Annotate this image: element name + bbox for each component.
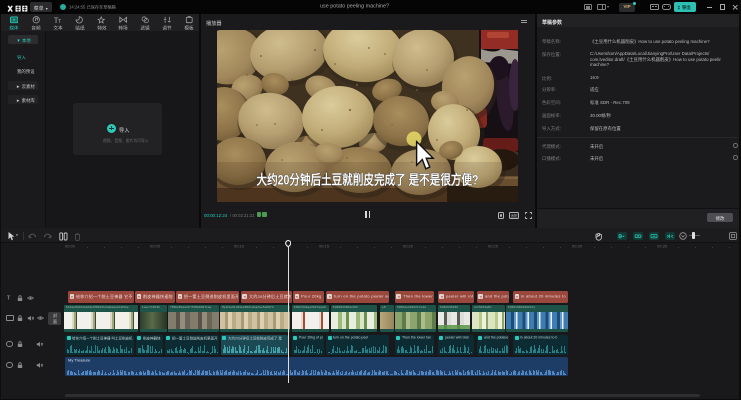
svg-text:大约20分钟后土豆就削皮完成了 是不是很方便?: 大约20分钟后土豆就削皮完成了 是不是很方便? (257, 172, 479, 188)
svg-text:T: T (58, 19, 61, 23)
